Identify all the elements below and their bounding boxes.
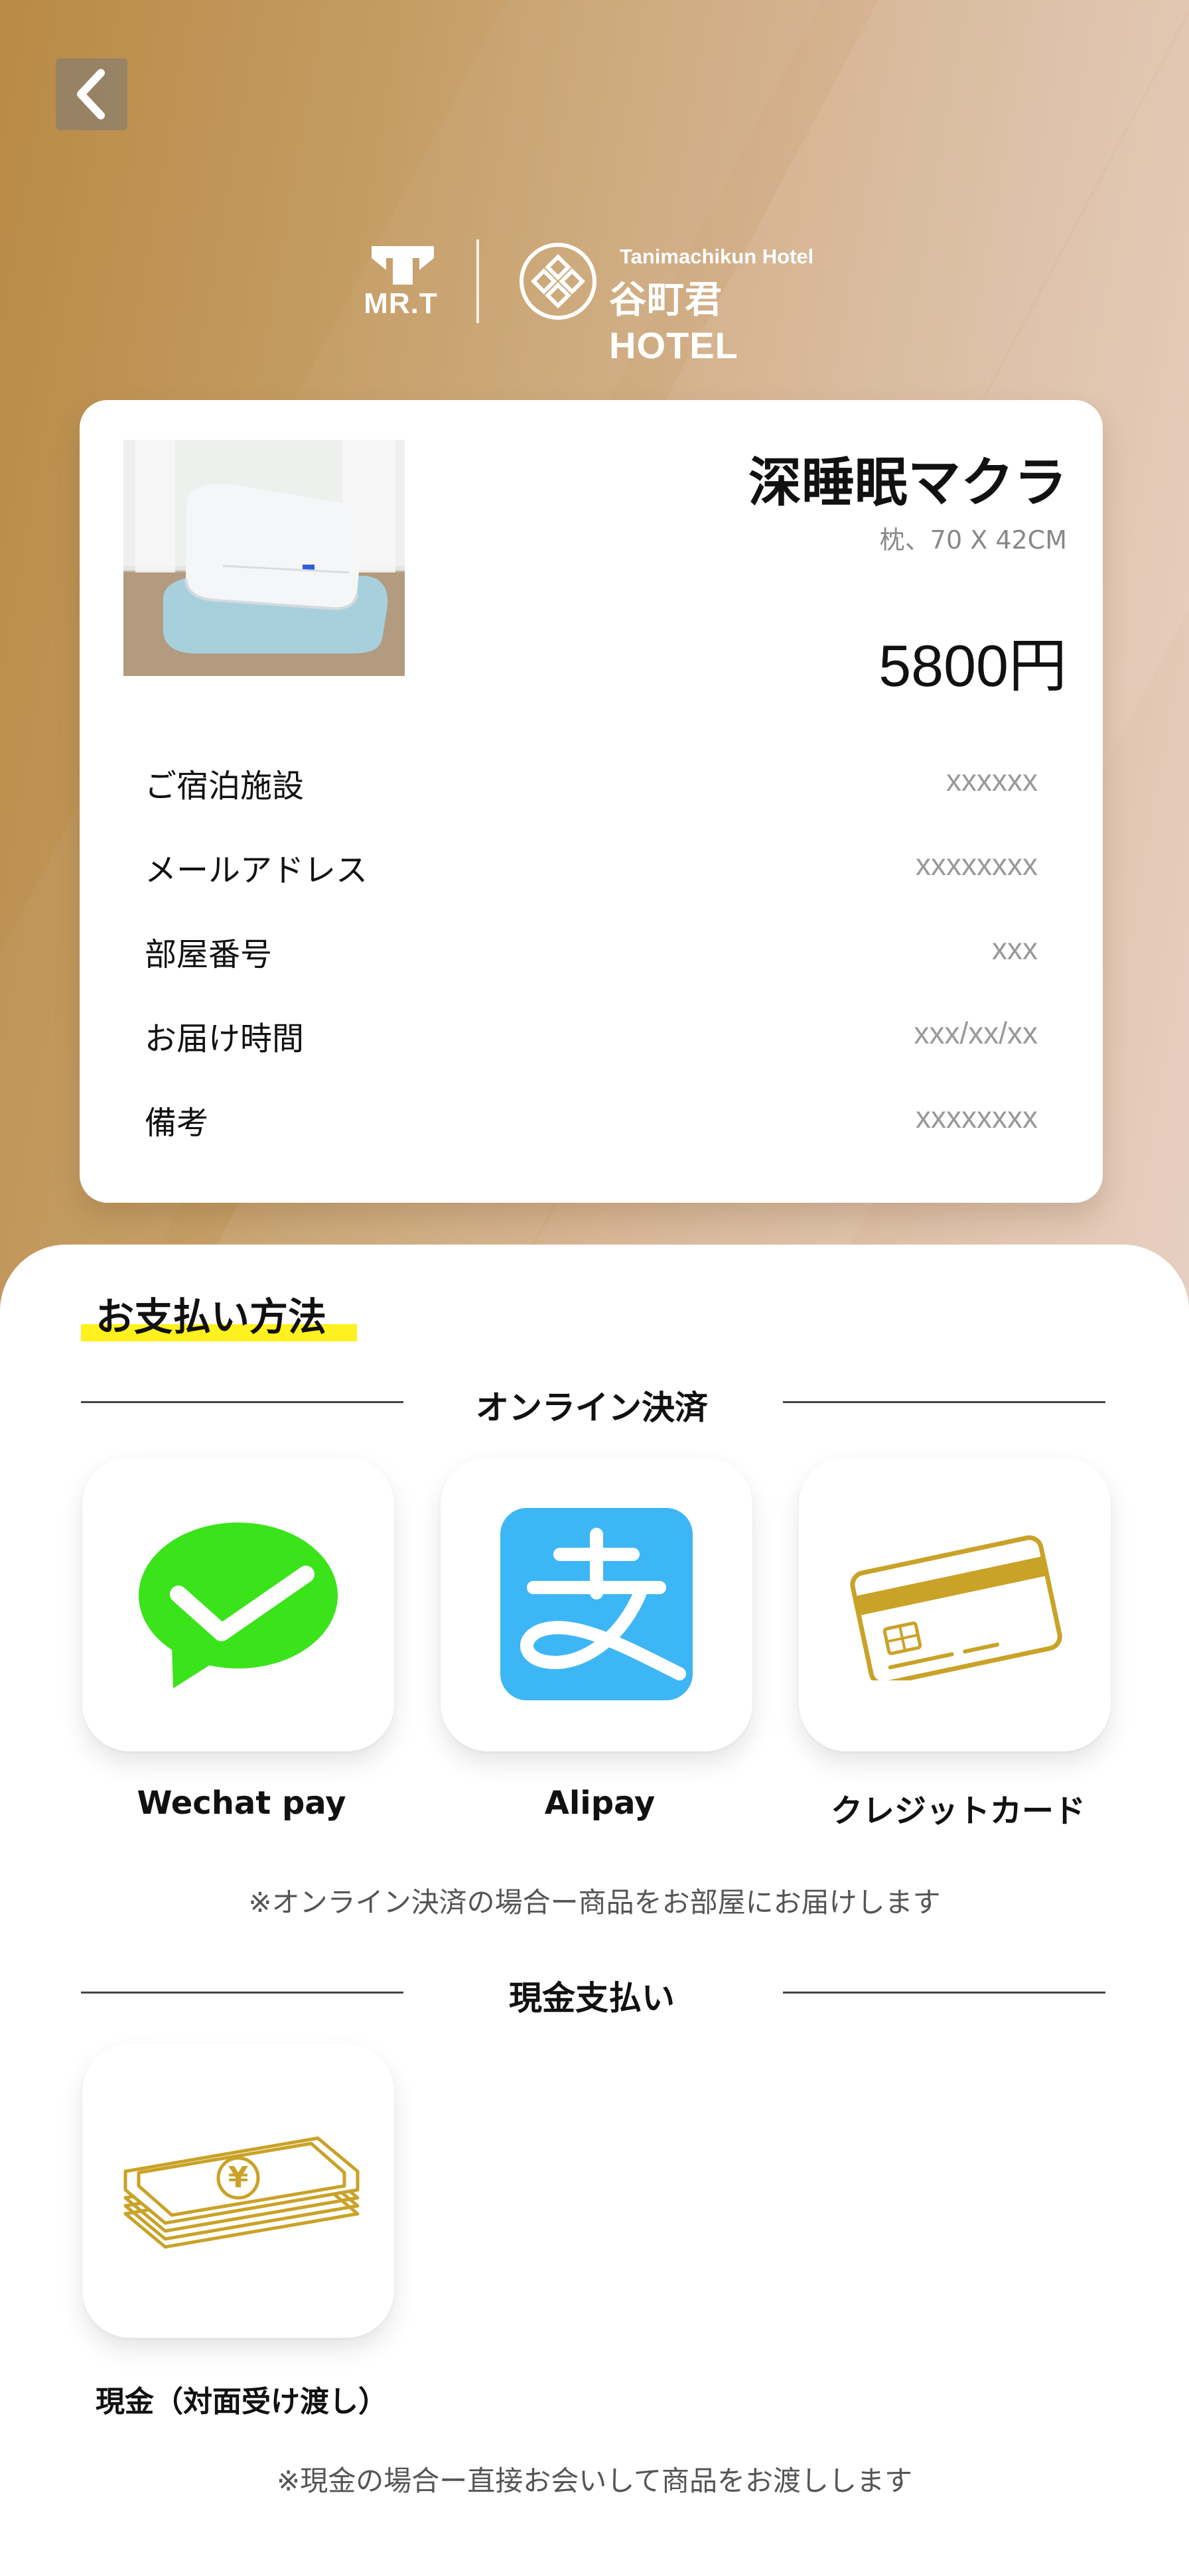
hotel-subtitle: Tanimachikun Hotel [620, 245, 814, 268]
divider-right [783, 1401, 1105, 1403]
detail-label: メールアドレス [145, 852, 368, 889]
detail-label: お届け時間 [145, 1020, 305, 1057]
detail-row-facility: ご宿泊施設 xxxxxx [145, 752, 1038, 811]
product-card: 深睡眠マクラ 枕、70 X 42CM 5800円 ご宿泊施設 xxxxxx メー… [80, 400, 1103, 1203]
online-payment-note: ※オンライン決済の場合ー商品をお部屋にお届けします [248, 1886, 941, 1919]
chevron-left-icon [77, 69, 105, 119]
detail-value: xxx/xx/xx [914, 1016, 1038, 1050]
cash-button[interactable]: ¥ [82, 2043, 394, 2338]
logo-divider [476, 239, 479, 323]
cash-label: 現金（対面受け渡し） [96, 2385, 387, 2419]
alipay-button[interactable] [441, 1457, 752, 1751]
svg-text:¥: ¥ [228, 2161, 249, 2195]
wechat-pay-label: Wechat pay [137, 1785, 346, 1822]
detail-value: xxxxxxxx [916, 1100, 1038, 1134]
hotel-emblem-icon [520, 243, 596, 320]
back-button[interactable] [56, 58, 127, 130]
online-payment-heading: オンライン決済 [476, 1389, 708, 1427]
detail-row-email: メールアドレス xxxxxxxx [145, 836, 1038, 896]
cash-payment-heading: 現金支払い [509, 1979, 675, 2017]
payment-section-title: お支払い方法 [96, 1294, 327, 1339]
credit-card-button[interactable] [799, 1457, 1111, 1751]
divider-left [81, 1992, 403, 1994]
divider-right [783, 1992, 1105, 1994]
hotel-name: 谷町君HOTEL [609, 279, 738, 366]
wechat-pay-icon [139, 1523, 338, 1688]
detail-value: xxx [992, 931, 1038, 966]
detail-label: 部屋番号 [145, 936, 273, 973]
wechat-pay-button[interactable] [82, 1457, 394, 1751]
product-image [123, 440, 405, 676]
brand-logos: MR.T Tanimachikun Hotel 谷町君HOTEL [352, 236, 843, 366]
detail-row-room: 部屋番号 xxx [145, 920, 1038, 980]
detail-label: ご宿泊施設 [145, 768, 305, 805]
detail-row-notes: 備考 xxxxxxxx [145, 1089, 1038, 1148]
cash-icon: ¥ [123, 2136, 360, 2249]
product-name: 深睡眠マクラ [748, 452, 1067, 513]
detail-value: xxxxxx [946, 763, 1038, 797]
divider-left [81, 1401, 403, 1403]
cash-payment-note: ※現金の場合ー直接お会いして商品をお渡しします [277, 2465, 912, 2497]
credit-card-icon [850, 1535, 1062, 1680]
detail-label: 備考 [145, 1105, 209, 1142]
pillow-photo [123, 440, 405, 676]
credit-card-label: クレジットカード [830, 1793, 1085, 1830]
detail-row-delivery-time: お届け時間 xxx/xx/xx [145, 1004, 1038, 1064]
alipay-icon [500, 1508, 693, 1700]
alipay-label: Alipay [544, 1785, 656, 1822]
detail-value: xxxxxxxx [916, 847, 1038, 882]
mrt-brand-text: MR.T [364, 287, 438, 320]
product-price: 5800円 [878, 633, 1067, 699]
product-spec: 枕、70 X 42CM [879, 525, 1067, 555]
